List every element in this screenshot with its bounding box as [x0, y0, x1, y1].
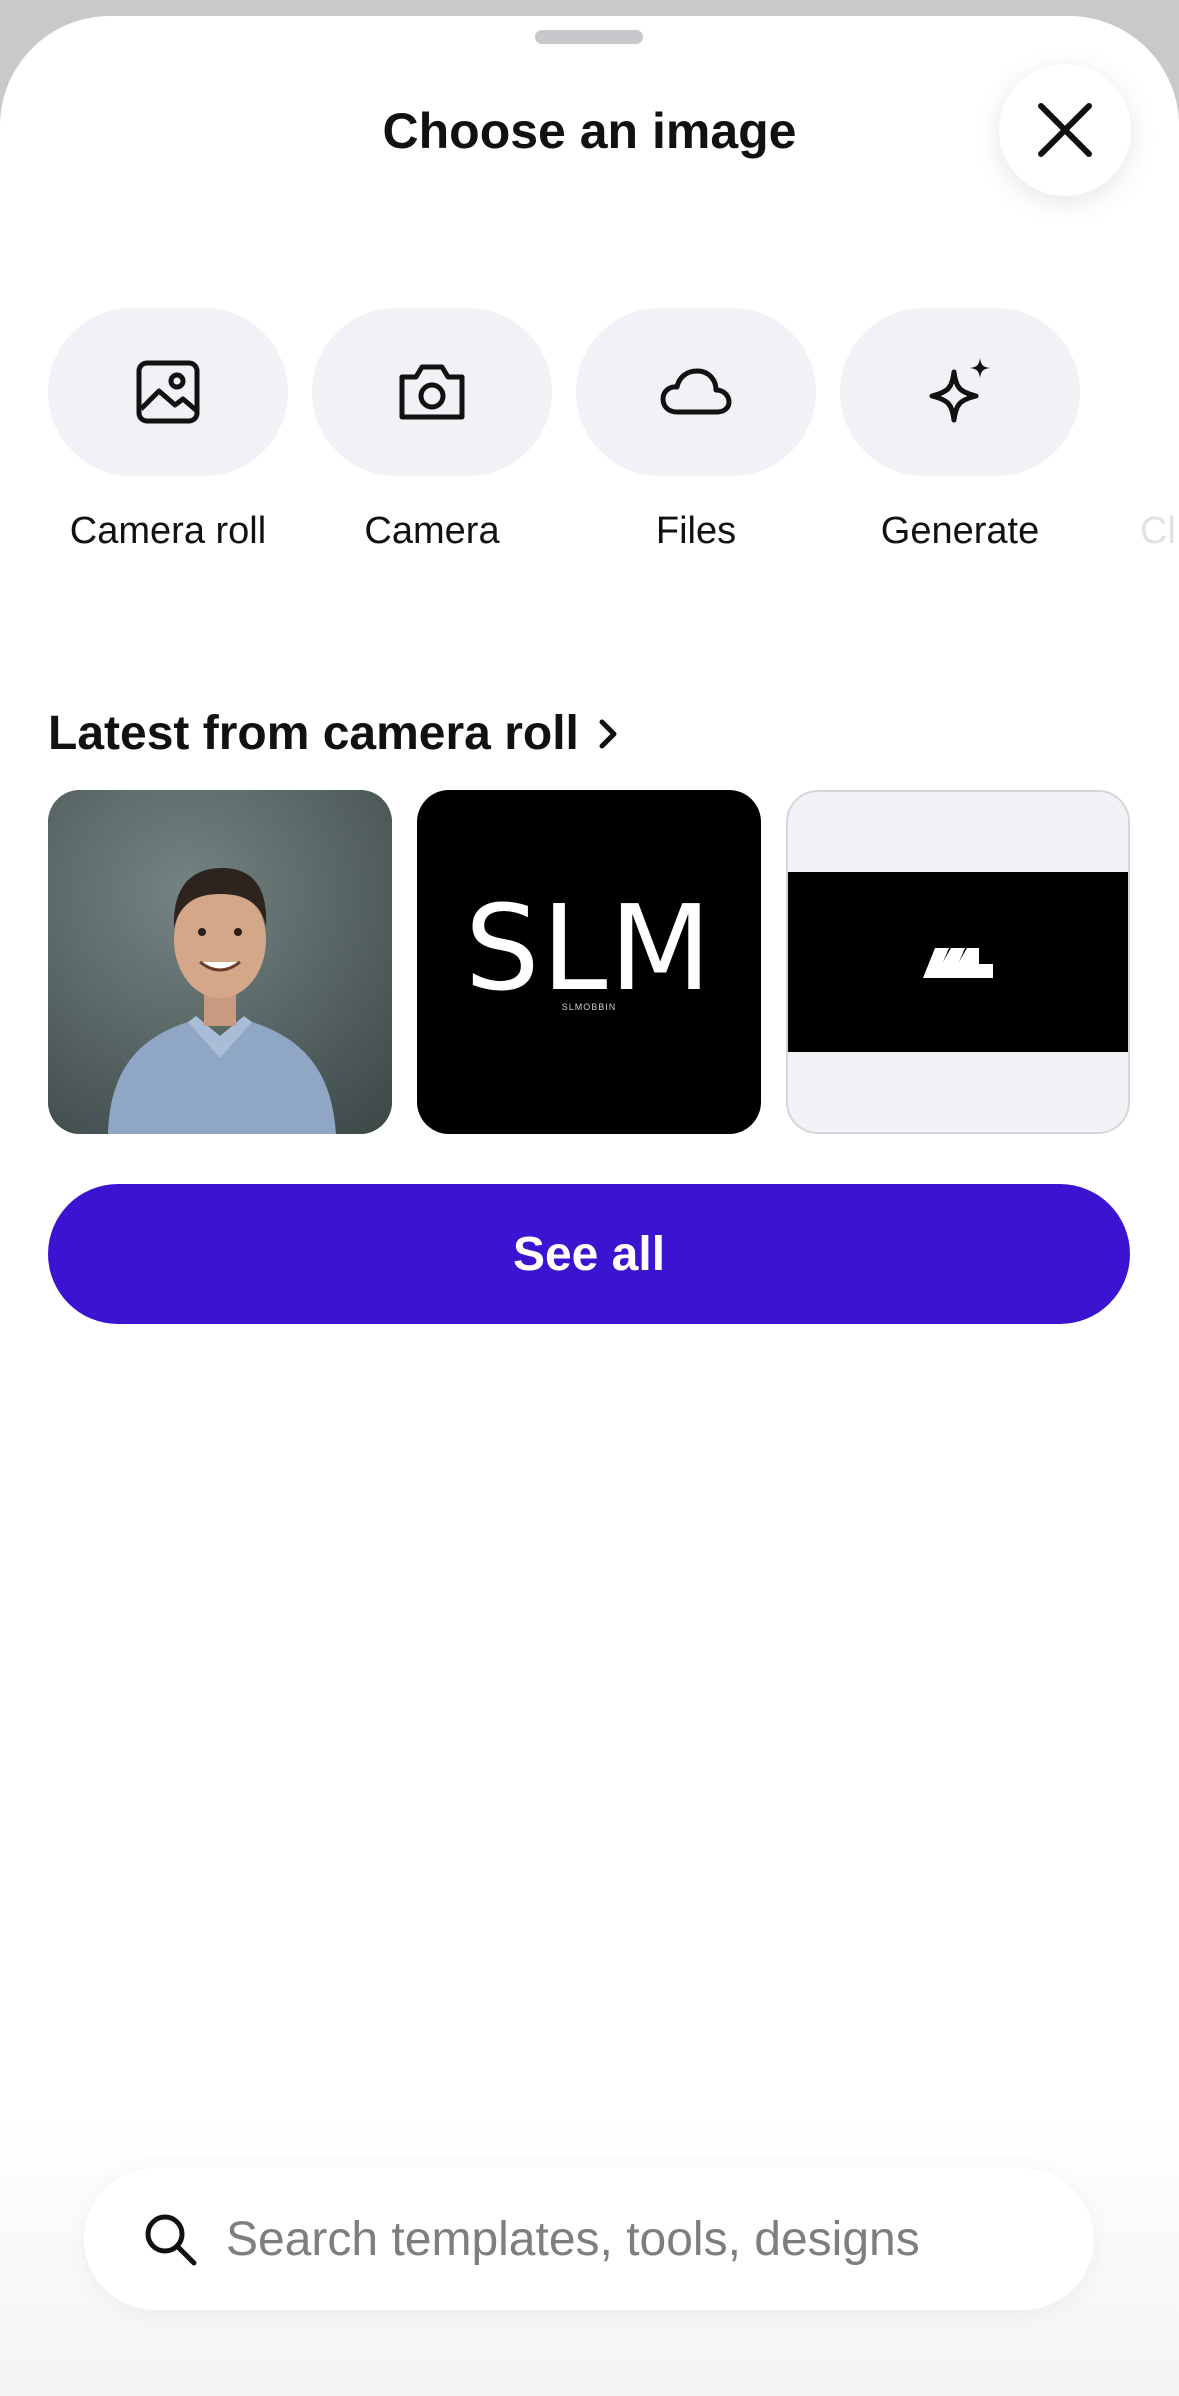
source-clip-partial[interactable]: Cl	[1140, 308, 1179, 568]
slm-logo-subtext: SLMOBBIN	[561, 1002, 617, 1012]
search-input[interactable]	[224, 2210, 1048, 2268]
search-icon	[145, 2214, 197, 2266]
camera-roll-header[interactable]: Latest from camera roll	[48, 706, 623, 761]
source-generate[interactable]: Generate	[840, 308, 1080, 568]
camera-icon	[399, 364, 465, 420]
source-label: Cl	[1140, 510, 1176, 552]
image-icon	[136, 360, 200, 424]
source-label: Camera roll	[69, 510, 267, 552]
source-camera-button[interactable]	[312, 308, 552, 476]
thumbnail-slm-logo[interactable]: SLM SLMOBBIN	[417, 790, 761, 1134]
source-camera[interactable]: Camera	[312, 308, 552, 568]
source-camera-roll[interactable]: Camera roll	[48, 308, 288, 568]
section-title: Latest from camera roll	[48, 707, 579, 760]
close-icon	[1038, 103, 1092, 157]
portrait-photo	[48, 790, 392, 1134]
see-all-button[interactable]: See all	[48, 1184, 1130, 1324]
mobbin-logo-icon	[923, 948, 993, 978]
mobbin-logo-band	[788, 872, 1128, 1052]
image-source-row: Camera roll Camera Files Generate Cl	[48, 308, 1179, 568]
thumbnail-mobbin-logo[interactable]	[786, 790, 1130, 1134]
source-camera-roll-button[interactable]	[48, 308, 288, 476]
image-picker-sheet: Choose an image Camera roll Camera Files…	[0, 16, 1179, 2396]
cloud-icon	[660, 368, 732, 415]
chevron-right-icon	[599, 719, 617, 748]
source-generate-button[interactable]	[840, 308, 1080, 476]
thumbnail-portrait-photo[interactable]	[48, 790, 392, 1134]
source-files-button[interactable]	[576, 308, 816, 476]
source-label: Camera	[364, 510, 500, 552]
source-label: Files	[655, 510, 737, 552]
sparkle-icon	[929, 358, 990, 423]
sheet-grabber[interactable]	[535, 30, 643, 44]
source-label: Generate	[880, 510, 1040, 552]
slm-logo-text: SLM	[464, 879, 714, 1017]
close-button[interactable]	[999, 64, 1131, 196]
search-bar[interactable]	[84, 2168, 1094, 2310]
source-files[interactable]: Files	[576, 308, 816, 568]
